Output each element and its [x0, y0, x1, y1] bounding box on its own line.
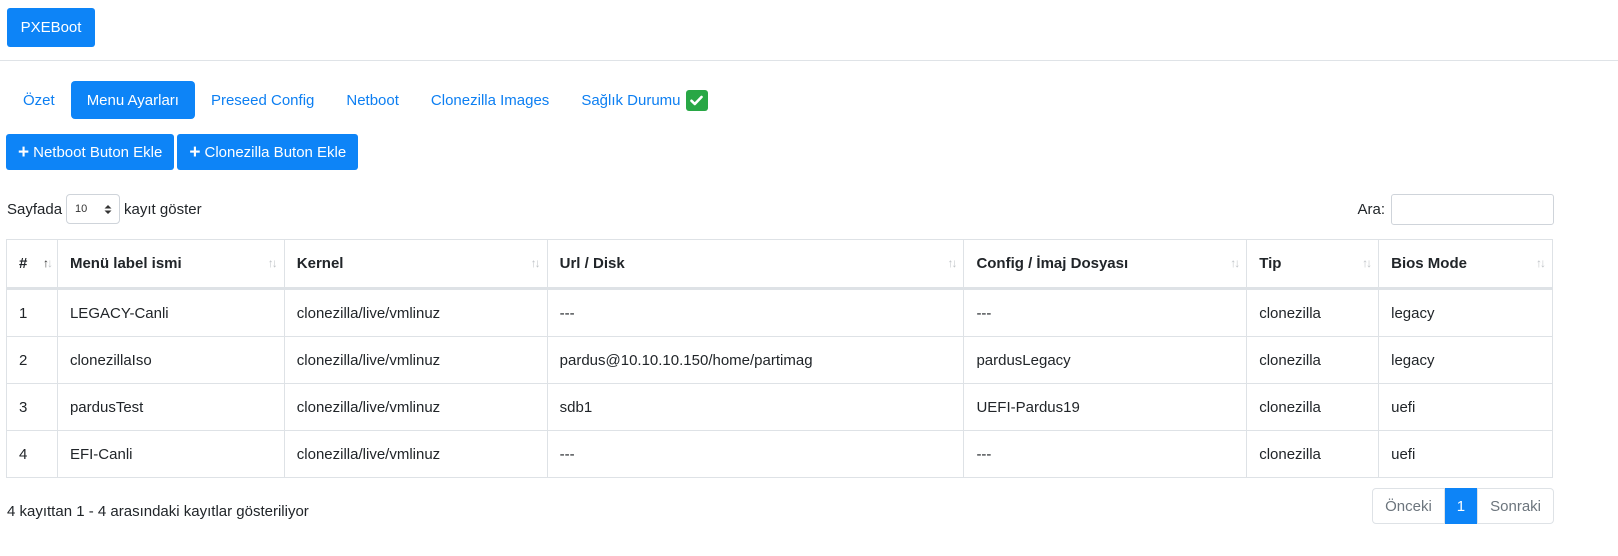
table-row[interactable]: 2 clonezillaIso clonezilla/live/vmlinuz … [6, 336, 1553, 384]
tab-saglik-durumu[interactable]: Sağlık Durumu [565, 81, 723, 119]
column-header-label: Config / İmaj Dosyası [976, 255, 1129, 272]
cell-config-image: --- [963, 430, 1248, 478]
cell-type: clonezilla [1246, 336, 1380, 384]
table-row[interactable]: 1 LEGACY-Canli clonezilla/live/vmlinuz -… [6, 288, 1553, 337]
tab-bar: Özet Menu Ayarları Preseed Config Netboo… [7, 81, 724, 119]
top-navbar: PXEBoot [0, 0, 1618, 61]
cell-config-image: UEFI-Pardus19 [963, 383, 1248, 431]
cell-bios-mode: uefi [1378, 430, 1553, 478]
tab-preseed-config[interactable]: Preseed Config [195, 81, 330, 119]
search-label: Ara: [1357, 201, 1385, 218]
sort-icon: ↑↓ [267, 256, 278, 270]
cell-number: 2 [6, 336, 58, 384]
tab-label: Netboot [346, 91, 399, 109]
sort-icon: ↑↓ [1230, 256, 1240, 270]
column-header-kernel[interactable]: Kernel ↑↓ [283, 239, 548, 290]
cell-config-image: pardusLegacy [963, 336, 1248, 384]
cell-bios-mode: legacy [1378, 288, 1553, 337]
cell-kernel: clonezilla/live/vmlinuz [283, 430, 548, 478]
page-1-button[interactable]: 1 [1444, 488, 1478, 524]
cell-menu-label: EFI-Canli [56, 430, 285, 478]
tab-menu-ayarlari[interactable]: Menu Ayarları [70, 81, 195, 119]
tab-ozet[interactable]: Özet [7, 81, 71, 119]
search-input[interactable] [1391, 194, 1554, 225]
page-length-control: Sayfada 10 kayıt göster [7, 194, 202, 224]
table-info-text: 4 kayıttan 1 - 4 arasındaki kayıtlar gös… [7, 503, 309, 520]
page-length-value: 10 [75, 203, 88, 215]
add-netboot-button[interactable]: + Netboot Buton Ekle [6, 134, 175, 170]
cell-url-disk: sdb1 [546, 383, 965, 431]
add-netboot-label: Netboot Buton Ekle [33, 143, 163, 161]
cell-type: clonezilla [1246, 430, 1380, 478]
check-icon [685, 89, 708, 111]
pxeboot-brand-button[interactable]: PXEBoot [7, 8, 95, 47]
sort-icon: ↑↓ [947, 256, 957, 270]
sort-icon: ↑↓ [530, 256, 541, 270]
cell-url-disk: --- [546, 288, 965, 337]
cell-url-disk: pardus@10.10.10.150/home/partimag [546, 336, 965, 384]
cell-kernel: clonezilla/live/vmlinuz [283, 383, 548, 431]
tab-label: Preseed Config [210, 91, 315, 109]
menu-table: # ↑↓ Menü label ismi ↑↓ Kernel ↑↓ Url / Dis… [6, 239, 1553, 478]
column-header-url-disk[interactable]: Url / Disk ↑↓ [546, 239, 965, 290]
sort-icon: ↑↓ [1362, 256, 1372, 270]
tab-label: Menu Ayarları [86, 91, 179, 109]
column-header-label: # [19, 255, 28, 272]
column-header-label: Tip [1259, 255, 1282, 272]
table-header-row: # ↑↓ Menü label ismi ↑↓ Kernel ↑↓ Url / Dis… [6, 239, 1553, 290]
length-suffix: kayıt göster [124, 200, 202, 218]
plus-icon: + [18, 141, 30, 163]
column-header-type[interactable]: Tip ↑↓ [1246, 239, 1380, 290]
cell-number: 4 [6, 430, 58, 478]
column-header-label: Bios Mode [1391, 255, 1467, 272]
column-header-config-image[interactable]: Config / İmaj Dosyası ↑↓ [963, 239, 1248, 290]
cell-type: clonezilla [1246, 383, 1380, 431]
sort-icon: ↑↓ [1536, 256, 1546, 270]
column-header-label: Menü label ismi [69, 255, 182, 272]
tab-netboot[interactable]: Netboot [330, 81, 415, 119]
cell-menu-label: pardusTest [56, 383, 285, 431]
cell-kernel: clonezilla/live/vmlinuz [283, 288, 548, 337]
select-arrows-icon [104, 204, 112, 214]
table-search: Ara: [1357, 194, 1554, 225]
column-header-label: Kernel [296, 255, 344, 272]
prev-page-button[interactable]: Önceki [1372, 488, 1445, 524]
add-clonezilla-label: Clonezilla Buton Ekle [204, 143, 347, 161]
table-row[interactable]: 3 pardusTest clonezilla/live/vmlinuz sdb… [6, 383, 1553, 431]
cell-kernel: clonezilla/live/vmlinuz [283, 336, 548, 384]
cell-menu-label: LEGACY-Canli [56, 288, 285, 337]
column-header-bios-mode[interactable]: Bios Mode ↑↓ [1378, 239, 1553, 290]
cell-type: clonezilla [1246, 288, 1380, 337]
tab-label: Clonezilla Images [430, 91, 550, 109]
cell-number: 1 [6, 288, 58, 337]
cell-menu-label: clonezillaIso [56, 336, 285, 384]
page-length-select[interactable]: 10 [66, 194, 121, 224]
cell-config-image: --- [963, 288, 1248, 337]
cell-number: 3 [6, 383, 58, 431]
column-header-menu-label[interactable]: Menü label ismi ↑↓ [56, 239, 285, 290]
cell-url-disk: --- [546, 430, 965, 478]
action-buttons: + Netboot Buton Ekle + Clonezilla Buton … [6, 134, 359, 170]
length-prefix: Sayfada [7, 200, 63, 218]
cell-bios-mode: uefi [1378, 383, 1553, 431]
add-clonezilla-button[interactable]: + Clonezilla Buton Ekle [177, 134, 359, 170]
pagination: Önceki 1 Sonraki [1372, 488, 1554, 524]
column-header-label: Url / Disk [559, 255, 625, 272]
plus-icon: + [189, 141, 201, 163]
table-row[interactable]: 4 EFI-Canli clonezilla/live/vmlinuz --- … [6, 430, 1553, 478]
column-header-number[interactable]: # ↑↓ [6, 239, 58, 290]
sort-asc-icon: ↑↓ [42, 256, 53, 270]
next-page-button[interactable]: Sonraki [1477, 488, 1554, 524]
tab-label: Özet [23, 91, 55, 109]
cell-bios-mode: legacy [1378, 336, 1553, 384]
tab-label: Sağlık Durumu [581, 91, 681, 109]
tab-clonezilla-images[interactable]: Clonezilla Images [415, 81, 565, 119]
